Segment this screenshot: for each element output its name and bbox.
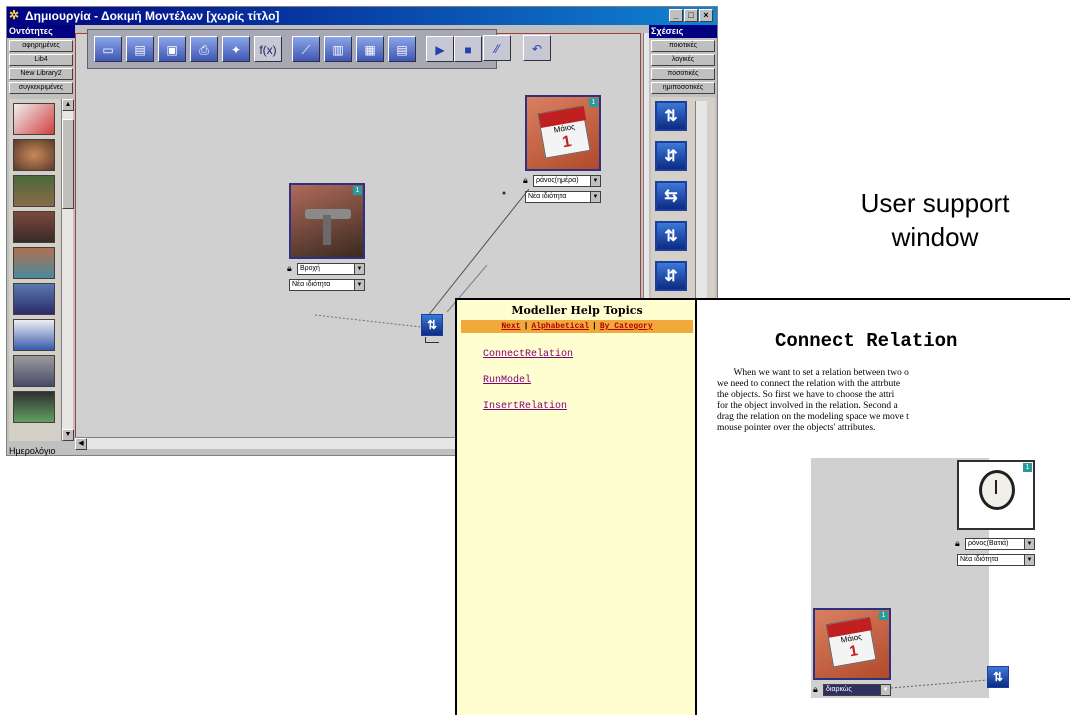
help-window: Modeller Help Topics Next | Alphabetical | B…: [455, 298, 1070, 715]
topic-link-insert-relation[interactable]: InsertRelation: [483, 401, 567, 412]
chevron-down-icon: ▼: [1024, 555, 1034, 565]
help-content-body: When we want to set a relation between t…: [717, 368, 909, 433]
relation-node-icon: ⇅: [987, 666, 1009, 688]
topic-link-run-model[interactable]: RunModel: [483, 375, 531, 386]
help-content-pane: Connect Relation When we want to set a r…: [697, 300, 1070, 715]
annotation-line-1: User support: [860, 188, 1010, 218]
help-topics-sidebar: Modeller Help Topics Next | Alphabetical | B…: [457, 300, 697, 715]
help-content-heading: Connect Relation: [775, 330, 958, 352]
topic-link-connect-relation[interactable]: ConnectRelation: [483, 349, 573, 360]
annotation-line-2: window: [891, 222, 979, 252]
help-navbar: Next | Alphabetical | By Category: [461, 320, 693, 333]
illustration-connections: [890, 679, 988, 689]
help-illustration: 1 🔒︎ ρόνος(Βατιά) ▼ Νέα ιδιότητα ▼ Μάιος…: [811, 458, 1035, 698]
nav-by-category-link[interactable]: By Category: [600, 322, 653, 331]
nav-next-link[interactable]: Next: [501, 322, 520, 331]
nav-alphabetical-link[interactable]: Alphabetical: [531, 322, 589, 331]
connection-point: [502, 191, 506, 195]
help-topics-title: Modeller Help Topics: [511, 304, 643, 317]
object-badge: 1: [1023, 463, 1032, 472]
user-support-annotation: User support window: [820, 186, 1050, 254]
relation-node-handle: [425, 337, 439, 343]
connection-line: [314, 314, 422, 328]
relation-node-icon[interactable]: ⇅: [421, 314, 443, 336]
chevron-down-icon: ▼: [1024, 539, 1034, 549]
connection-line: [890, 679, 988, 689]
